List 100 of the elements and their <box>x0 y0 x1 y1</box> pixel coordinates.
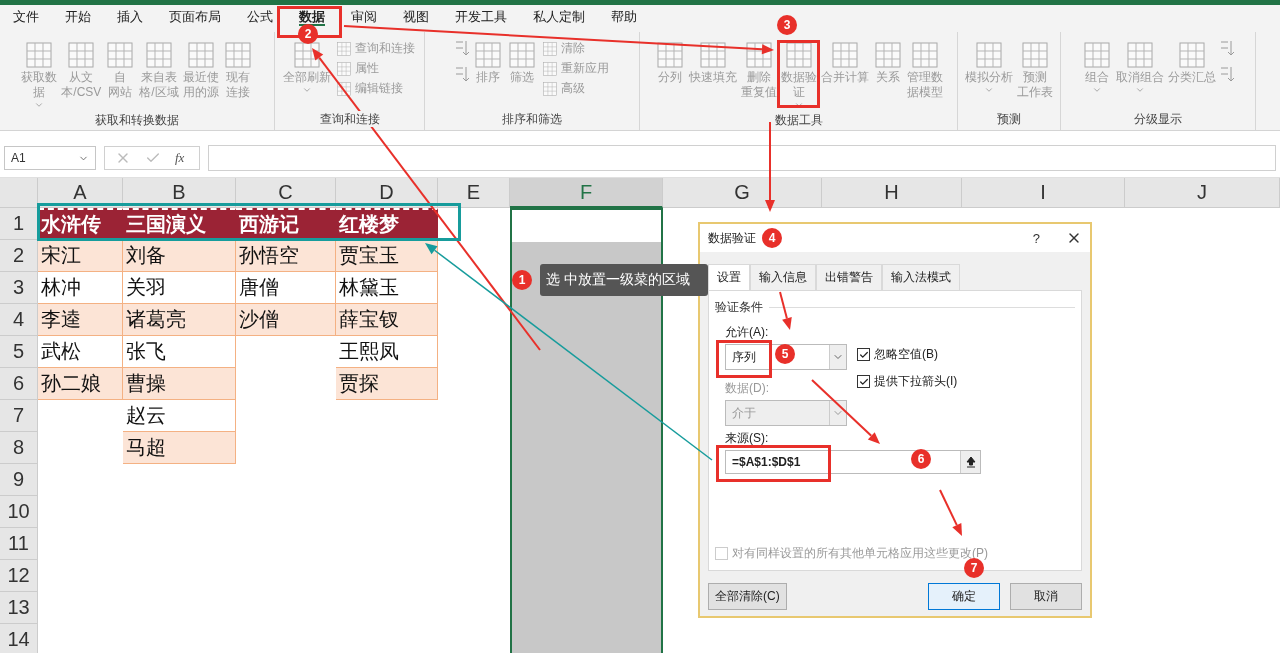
column-header[interactable]: B <box>123 178 236 208</box>
checkbox-label[interactable]: 忽略空值(B) <box>874 346 938 363</box>
table-icon <box>783 40 814 70</box>
table-icon <box>872 40 903 70</box>
menu-tab[interactable]: 文件 <box>13 9 39 26</box>
column-header[interactable]: J <box>1125 178 1280 208</box>
table-cell: 宋江 <box>38 240 123 272</box>
row-header[interactable]: 6 <box>0 368 38 400</box>
menu-tab[interactable]: 私人定制 <box>533 9 585 26</box>
ribbon-group-label: 排序和筛选 <box>499 111 565 127</box>
selected-column[interactable] <box>510 208 663 653</box>
menu-tab[interactable]: 帮助 <box>611 9 637 26</box>
caret-icon <box>984 85 994 95</box>
table-cell: 孙二娘 <box>38 368 123 400</box>
row-header[interactable]: 12 <box>0 560 38 592</box>
table-icon <box>541 60 558 77</box>
checkbox[interactable] <box>857 375 870 388</box>
select-all-corner[interactable] <box>0 178 38 208</box>
row-header[interactable]: 10 <box>0 496 38 528</box>
annotation-arrow <box>939 489 962 536</box>
row-header[interactable]: 3 <box>0 272 38 304</box>
column-header[interactable]: F <box>510 178 663 208</box>
table-cell: 武松 <box>38 336 123 368</box>
row-header[interactable]: 2 <box>0 240 38 272</box>
field-label: 来源(S): <box>725 430 769 447</box>
table-icon <box>336 40 352 57</box>
dialog-button[interactable]: 取消 <box>1010 583 1082 610</box>
ribbon-group-label: 获取和转换数据 <box>92 112 182 128</box>
table-icon <box>1020 40 1050 70</box>
table-icon <box>541 80 558 97</box>
table-cell: 刘备 <box>123 240 236 272</box>
column-header[interactable]: C <box>236 178 336 208</box>
collapse-button[interactable] <box>960 451 980 473</box>
table-cell: 沙僧 <box>236 304 336 336</box>
checkbox[interactable] <box>857 348 870 361</box>
table-icon <box>1125 40 1155 70</box>
row-header[interactable]: 14 <box>0 624 38 653</box>
dialog-button[interactable]: 全部清除(C) <box>708 583 787 610</box>
table-cell: 贾宝玉 <box>336 240 438 272</box>
table-icon <box>105 40 136 70</box>
table-icon <box>472 40 503 70</box>
table-cell: 曹操 <box>123 368 236 400</box>
menu-tab[interactable]: 插入 <box>117 9 143 26</box>
checkbox-label[interactable]: 提供下拉箭头(I) <box>874 373 958 390</box>
caret-icon <box>1092 85 1102 95</box>
field-label: 数据(D): <box>725 380 769 397</box>
row-header[interactable]: 11 <box>0 528 38 560</box>
table-cell: 张飞 <box>123 336 236 368</box>
row-header[interactable]: 7 <box>0 400 38 432</box>
table-cell: 西游记 <box>236 208 336 240</box>
insert-function-button[interactable]: fx <box>175 150 185 166</box>
dialog-tab[interactable]: 输入信息 <box>750 264 816 290</box>
table-icon <box>336 60 352 77</box>
column-header[interactable]: A <box>38 178 123 208</box>
table-icon <box>185 40 216 70</box>
table-cell: 王熙凤 <box>336 336 438 368</box>
table-icon <box>974 40 1004 70</box>
row-header[interactable]: 5 <box>0 336 38 368</box>
highlight-frame <box>777 40 820 108</box>
table-icon <box>1177 40 1207 70</box>
ribbon-group-label: 分级显示 <box>1131 111 1185 127</box>
caret-icon <box>302 85 312 95</box>
formula-field[interactable] <box>208 145 1276 171</box>
row-header[interactable]: 13 <box>0 592 38 624</box>
menu-tab[interactable]: 视图 <box>403 9 429 26</box>
table-cell: 水浒传 <box>38 208 123 240</box>
table-icon <box>829 40 860 70</box>
caret-icon <box>34 100 45 110</box>
dialog-button[interactable]: 确定 <box>928 583 1000 610</box>
column-header[interactable]: H <box>822 178 962 208</box>
menu-tab[interactable]: 页面布局 <box>169 9 221 26</box>
row-header[interactable]: 9 <box>0 464 38 496</box>
dialog-title: 数据验证 <box>708 229 756 247</box>
menu-tab[interactable]: 开始 <box>65 9 91 26</box>
column-header[interactable]: I <box>962 178 1125 208</box>
table-cell: 唐僧 <box>236 272 336 304</box>
help-button[interactable]: ? <box>1032 230 1040 246</box>
menu-tab[interactable]: 开发工具 <box>455 9 507 26</box>
table-cell: 贾探 <box>336 368 438 400</box>
row-header[interactable]: 1 <box>0 208 38 240</box>
column-header[interactable]: G <box>663 178 822 208</box>
dialog-tab[interactable]: 输入法模式 <box>882 264 960 290</box>
table-cell: 李逵 <box>38 304 123 336</box>
column-header[interactable]: D <box>336 178 438 208</box>
dialog-tab[interactable]: 设置 <box>708 264 750 290</box>
highlight-frame <box>716 340 772 378</box>
table-cell: 红楼梦 <box>336 208 438 240</box>
table-cell: 林黛玉 <box>336 272 438 304</box>
row-header[interactable]: 8 <box>0 432 38 464</box>
column-header[interactable]: E <box>438 178 510 208</box>
row-header[interactable]: 4 <box>0 304 38 336</box>
table-cell: 三国演义 <box>123 208 236 240</box>
menu-tab[interactable]: 审阅 <box>351 9 377 26</box>
table-icon <box>292 40 322 70</box>
name-box[interactable]: A1 <box>4 146 96 170</box>
table-cell: 诸葛亮 <box>123 304 236 336</box>
dialog-tab[interactable]: 出错警告 <box>816 264 882 290</box>
table-cell: 薛宝钗 <box>336 304 438 336</box>
menu-tab[interactable]: 公式 <box>247 9 273 26</box>
table-cell: 马超 <box>123 432 236 464</box>
